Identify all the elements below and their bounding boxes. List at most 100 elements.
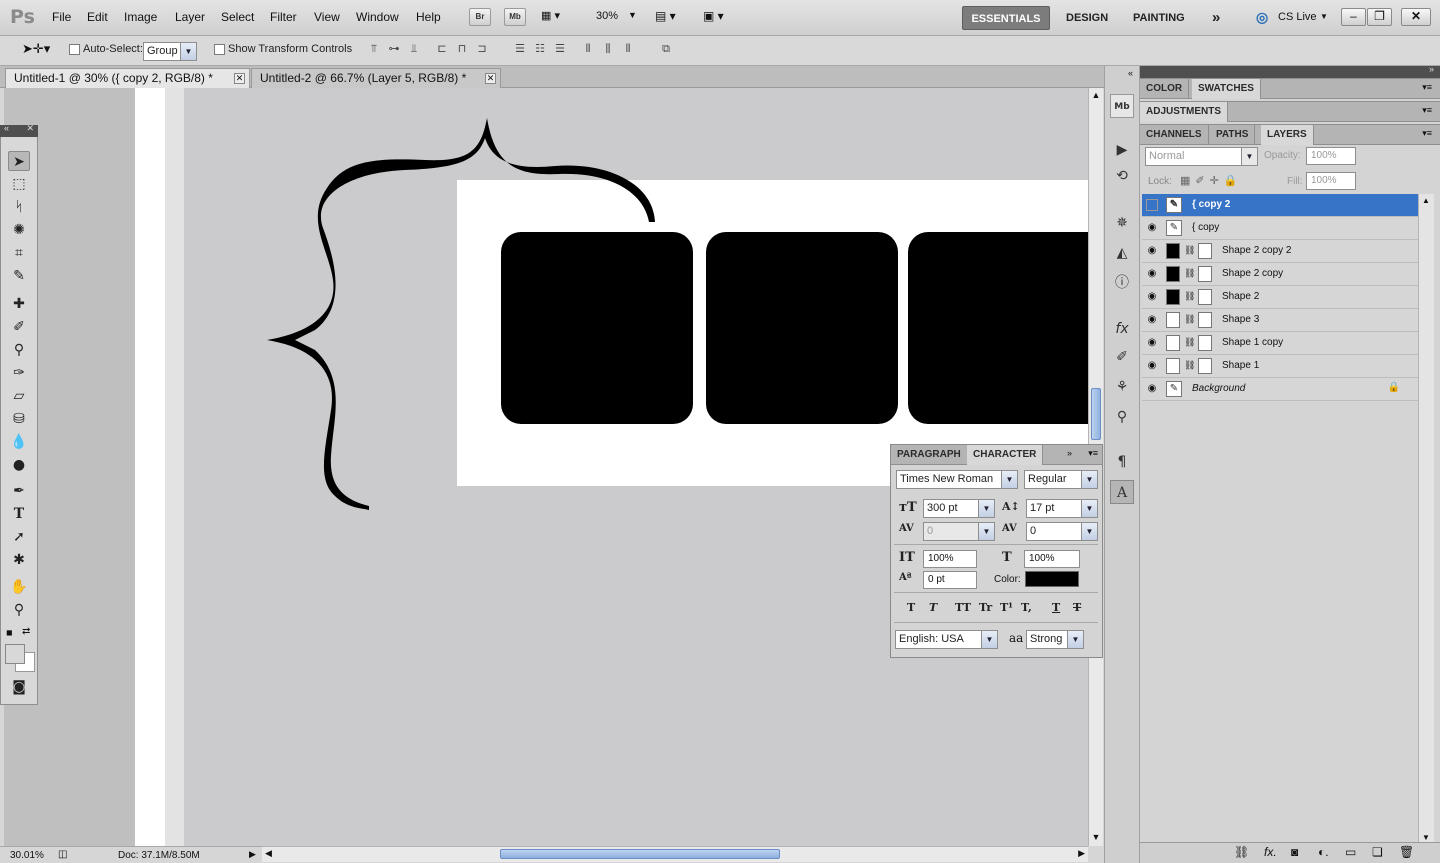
layer-fill-thumbnail[interactable] <box>1166 335 1180 351</box>
rounded-shape[interactable] <box>706 232 898 424</box>
lock-icons[interactable]: ▦✐✛🔒 <box>1180 174 1243 187</box>
panel-menu-icon[interactable]: ▾≡ <box>1422 128 1432 139</box>
dodge-tool-icon[interactable]: ● <box>8 455 30 475</box>
zoom-dropdown-arrow-icon[interactable]: ▼ <box>628 10 637 20</box>
new-group-icon[interactable]: ▭ <box>1345 845 1356 859</box>
rounded-shape[interactable] <box>908 232 1088 424</box>
scroll-right-icon[interactable]: ▶ <box>1078 848 1085 859</box>
arrange-documents-icon[interactable]: ▤ ▾ <box>655 9 676 23</box>
font-family-select[interactable]: Times New Roman ▼ <box>896 470 1018 489</box>
tab-character[interactable]: CHARACTER <box>967 445 1044 465</box>
distribute-left-icon[interactable]: ⫴ <box>580 42 596 56</box>
show-transform-checkbox[interactable] <box>214 44 225 55</box>
close-icon[interactable]: ✕ <box>485 73 496 84</box>
tool-presets-icon[interactable]: ⚲ <box>1110 405 1134 429</box>
link-layers-icon[interactable]: ⛓ <box>1234 845 1249 859</box>
type-tool-icon[interactable]: T <box>8 504 30 524</box>
menu-filter[interactable]: Filter <box>270 10 297 24</box>
eye-icon[interactable]: ◉ <box>1146 291 1158 303</box>
align-vcenter-icon[interactable]: ⊶ <box>386 42 402 56</box>
more-workspaces-button[interactable]: » <box>1206 6 1226 30</box>
view-extras-icon[interactable]: ▦ ▾ <box>541 9 577 25</box>
layer-fill-thumbnail[interactable] <box>1166 243 1180 259</box>
panel-menu-icon[interactable]: ▾≡ <box>1088 448 1098 459</box>
baseline-shift-field[interactable]: 0 pt <box>923 571 977 589</box>
collapse-panel-icon[interactable]: » <box>1067 448 1072 458</box>
background-thumbnail[interactable]: ✎ <box>1166 381 1182 397</box>
cs-live-menu[interactable]: CS Live <box>1278 11 1317 23</box>
distribute-bottom-icon[interactable]: ☰ <box>552 42 568 56</box>
vector-mask-thumbnail[interactable] <box>1198 312 1212 328</box>
text-layer-thumbnail[interactable]: ✎ <box>1166 197 1182 213</box>
link-icon[interactable]: ⛓ <box>1184 314 1195 325</box>
status-menu-arrow-icon[interactable]: ▶ <box>249 849 256 860</box>
align-hcenter-icon[interactable]: ⊓ <box>454 42 470 56</box>
antialias-select[interactable]: Strong ▼ <box>1026 630 1084 649</box>
small-caps-button[interactable]: Tr <box>979 601 992 614</box>
crop-tool-icon[interactable]: ⌗ <box>8 243 30 263</box>
restore-button[interactable]: ❐ <box>1367 8 1392 26</box>
link-icon[interactable]: ⛓ <box>1184 360 1195 371</box>
menu-file[interactable]: File <box>52 10 71 24</box>
eye-icon[interactable]: ◉ <box>1146 314 1158 326</box>
delete-layer-icon[interactable]: 🗑 <box>1399 845 1414 859</box>
swap-colors-icon[interactable]: ⇄ <box>22 626 30 637</box>
scroll-down-icon[interactable]: ▼ <box>1422 833 1430 842</box>
bridge-button[interactable]: Br <box>469 8 491 26</box>
tab-untitled-2[interactable]: Untitled-2 @ 66.7% (Layer 5, RGB/8) * ✕ <box>251 68 501 88</box>
eye-icon[interactable]: ◉ <box>1146 245 1158 257</box>
vertical-scale-field[interactable]: 100% <box>923 550 977 568</box>
layer-fill-thumbnail[interactable] <box>1166 312 1180 328</box>
tab-adjustments[interactable]: ADJUSTMENTS <box>1140 102 1229 122</box>
horizontal-scale-field[interactable]: 100% <box>1024 550 1080 568</box>
brush-tool-icon[interactable]: ✐ <box>8 317 30 337</box>
close-button[interactable]: ✕ <box>1401 8 1431 26</box>
distribute-right-icon[interactable]: ⫴ <box>620 42 636 56</box>
mini-bridge-panel-icon[interactable]: Mb <box>1110 94 1134 118</box>
distribute-hcenter-icon[interactable]: ⫼ <box>600 42 616 56</box>
blend-mode-select[interactable]: Normal ▼ <box>1145 147 1258 166</box>
eye-hidden-icon[interactable] <box>1146 199 1158 211</box>
layer-row[interactable]: ◉ ⛓ Shape 2 copy <box>1142 263 1418 286</box>
eye-icon[interactable]: ◉ <box>1146 383 1158 395</box>
subscript-button[interactable]: T, <box>1021 601 1032 614</box>
mini-bridge-button[interactable]: Mb <box>504 8 526 26</box>
scroll-up-icon[interactable]: ▲ <box>1422 196 1430 205</box>
layer-row[interactable]: ◉ ⛓ Shape 1 copy <box>1142 332 1418 355</box>
workspace-painting-button[interactable]: PAINTING <box>1127 6 1191 30</box>
panel-menu-icon[interactable]: ▾≡ <box>1422 105 1432 116</box>
scroll-left-icon[interactable]: ◀ <box>265 848 272 859</box>
curly-brace-graphic[interactable] <box>255 110 675 530</box>
move-tool-preset-icon[interactable]: ➤✛▾ <box>22 42 50 57</box>
screen-mode-icon[interactable]: ▣ ▾ <box>703 9 724 23</box>
opacity-field[interactable]: 100% <box>1306 147 1356 165</box>
language-select[interactable]: English: USA ▼ <box>895 630 998 649</box>
character-panel-icon[interactable]: A <box>1110 480 1134 504</box>
marquee-tool-icon[interactable]: ⬚ <box>8 174 30 194</box>
blur-tool-icon[interactable]: 💧 <box>8 432 30 452</box>
distribute-vcenter-icon[interactable]: ☷ <box>532 42 548 56</box>
new-layer-icon[interactable]: ❏ <box>1372 845 1383 859</box>
vertical-scroll-thumb[interactable] <box>1091 388 1101 440</box>
collapse-icon[interactable]: « <box>4 123 9 133</box>
info-panel-icon[interactable]: ⓘ <box>1110 271 1134 295</box>
superscript-button[interactable]: T¹ <box>1000 601 1013 614</box>
menu-image[interactable]: Image <box>124 10 157 24</box>
move-tool-icon[interactable]: ➤ <box>8 151 30 171</box>
clone-stamp-tool-icon[interactable]: ⚲ <box>8 340 30 360</box>
scroll-up-icon[interactable]: ▲ <box>1090 90 1102 102</box>
quick-selection-tool-icon[interactable]: ✺ <box>8 220 30 240</box>
tab-color[interactable]: COLOR <box>1140 79 1190 99</box>
all-caps-button[interactable]: TT <box>955 601 971 614</box>
tab-paragraph[interactable]: PARAGRAPH <box>891 445 968 465</box>
default-colors-icon[interactable]: ◼ <box>6 628 13 637</box>
layer-row[interactable]: ◉ ✎ Background 🔒 <box>1142 378 1418 401</box>
add-mask-icon[interactable]: ◙ <box>1291 845 1298 859</box>
vector-mask-thumbnail[interactable] <box>1198 266 1212 282</box>
history-brush-tool-icon[interactable]: ✑ <box>8 363 30 383</box>
tab-swatches[interactable]: SWATCHES <box>1192 79 1261 99</box>
horizontal-scroll-thumb[interactable] <box>500 849 780 859</box>
text-color-swatch[interactable] <box>1025 571 1079 587</box>
vector-mask-thumbnail[interactable] <box>1198 335 1212 351</box>
close-icon[interactable]: ✕ <box>26 123 34 134</box>
